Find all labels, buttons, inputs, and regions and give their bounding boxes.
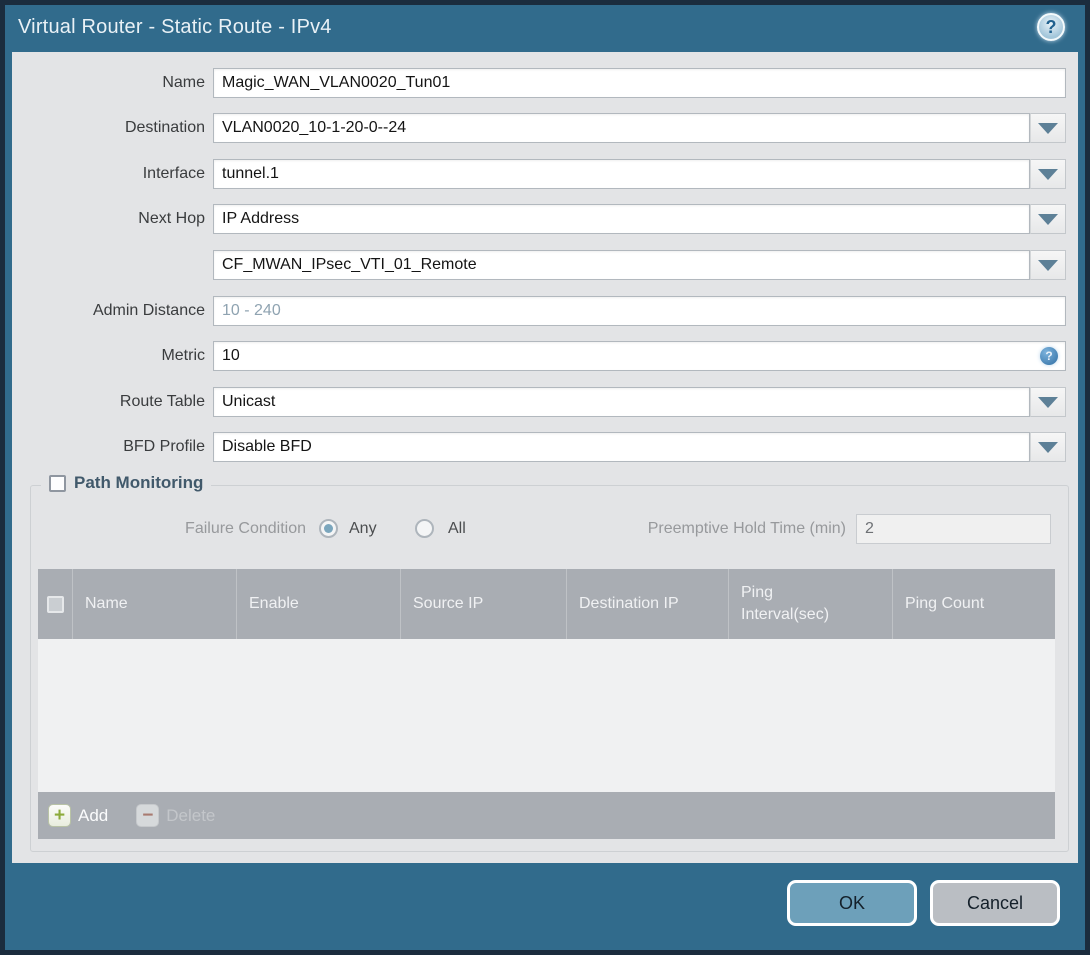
admin-distance-row: Admin Distance (12, 296, 1078, 326)
next-hop-address-dropdown-button[interactable] (1030, 250, 1066, 280)
destination-dropdown-button[interactable] (1030, 113, 1066, 143)
path-monitoring-legend: Path Monitoring (41, 473, 212, 493)
path-monitoring-table: Name Enable Source IP Destination IP Pin… (38, 569, 1055, 839)
name-input[interactable] (213, 68, 1066, 98)
chevron-down-icon (1038, 168, 1058, 180)
admin-distance-label: Admin Distance (92, 302, 205, 319)
chevron-down-icon (1038, 122, 1058, 134)
name-label: Name (162, 74, 205, 91)
failure-condition-all-radio[interactable] (415, 519, 434, 538)
add-icon: + (48, 804, 71, 827)
failure-condition-label: Failure Condition (185, 520, 306, 537)
chevron-down-icon (1038, 396, 1058, 408)
help-icon[interactable]: ? (1037, 13, 1065, 41)
cancel-button[interactable]: Cancel (930, 880, 1060, 926)
add-button-label: Add (78, 805, 109, 825)
delete-button[interactable]: − Delete (136, 804, 215, 827)
name-row: Name (12, 68, 1078, 98)
path-monitoring-title: Path Monitoring (74, 473, 204, 492)
interface-row: Interface (12, 159, 1078, 189)
chevron-down-icon (1038, 441, 1058, 453)
static-route-dialog: Virtual Router - Static Route - IPv4 ? N… (0, 0, 1090, 955)
destination-label: Destination (124, 119, 205, 136)
ok-button[interactable]: OK (787, 880, 917, 926)
interface-dropdown-button[interactable] (1030, 159, 1066, 189)
delete-icon: − (136, 804, 160, 827)
path-monitoring-checkbox[interactable] (49, 474, 66, 492)
column-header-source-ip[interactable]: Source IP (401, 569, 567, 639)
failure-condition-all-label: All (448, 520, 466, 537)
dialog-content: Name Destination Interface (12, 52, 1078, 863)
bfd-profile-dropdown-button[interactable] (1030, 432, 1066, 462)
interface-label: Interface (142, 165, 205, 182)
bfd-profile-input[interactable] (213, 432, 1030, 462)
failure-condition-any-label: Any (349, 520, 377, 537)
table-body-empty (38, 639, 1055, 792)
destination-row: Destination (12, 113, 1078, 143)
bfd-profile-row: BFD Profile (12, 432, 1078, 462)
failure-condition-row: Failure Condition Any All Preemptive Hol… (31, 514, 1068, 544)
chevron-down-icon (1038, 259, 1058, 271)
column-header-enable[interactable]: Enable (237, 569, 401, 639)
dialog-titlebar: Virtual Router - Static Route - IPv4 ? (5, 5, 1085, 52)
preemptive-hold-time-label: Preemptive Hold Time (min) (647, 520, 846, 537)
admin-distance-input[interactable] (213, 296, 1066, 326)
next-hop-row: Next Hop (12, 204, 1078, 234)
bfd-profile-label: BFD Profile (123, 438, 205, 455)
column-header-ping-interval[interactable]: Ping Interval(sec) (729, 569, 893, 639)
route-table-row: Route Table (12, 387, 1078, 417)
table-header-checkbox-cell (38, 569, 73, 639)
destination-input[interactable] (213, 113, 1030, 143)
next-hop-address-row (12, 250, 1078, 280)
metric-help-icon[interactable]: ? (1040, 347, 1058, 365)
column-header-destination-ip[interactable]: Destination IP (567, 569, 729, 639)
chevron-down-icon (1038, 213, 1058, 225)
table-toolbar: + Add − Delete (38, 792, 1055, 839)
failure-condition-any-radio[interactable] (319, 519, 338, 538)
add-button[interactable]: + Add (48, 804, 108, 827)
next-hop-label: Next Hop (138, 210, 205, 227)
interface-input[interactable] (213, 159, 1030, 189)
select-all-checkbox[interactable] (46, 595, 64, 613)
metric-label: Metric (161, 347, 205, 364)
route-table-input[interactable] (213, 387, 1030, 417)
dialog-title: Virtual Router - Static Route - IPv4 (18, 16, 332, 38)
metric-row: Metric ? (12, 341, 1078, 371)
delete-button-label: Delete (166, 805, 216, 825)
route-table-dropdown-button[interactable] (1030, 387, 1066, 417)
table-header-row: Name Enable Source IP Destination IP Pin… (38, 569, 1055, 639)
route-table-label: Route Table (119, 393, 205, 410)
next-hop-type-input[interactable] (213, 204, 1030, 234)
column-header-name[interactable]: Name (73, 569, 237, 639)
next-hop-type-dropdown-button[interactable] (1030, 204, 1066, 234)
path-monitoring-section: Path Monitoring Failure Condition Any Al… (30, 473, 1069, 852)
metric-input[interactable] (213, 341, 1066, 371)
preemptive-hold-time-input[interactable] (856, 514, 1051, 544)
next-hop-address-input[interactable] (213, 250, 1030, 280)
column-header-ping-count[interactable]: Ping Count (893, 569, 1055, 639)
